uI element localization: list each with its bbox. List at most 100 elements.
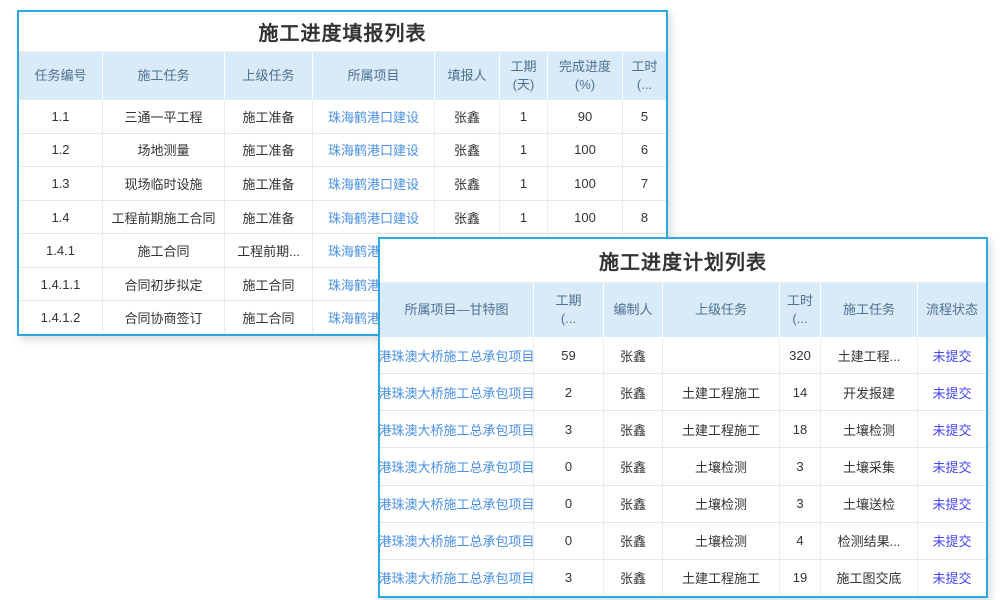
cell-task: 开发报建 bbox=[820, 374, 917, 410]
cell-work-hours: 6 bbox=[622, 134, 666, 167]
cell-task: 检测结果... bbox=[820, 523, 917, 559]
cell-task-number: 1.4.1 bbox=[19, 234, 102, 267]
cell-compiler: 张鑫 bbox=[603, 374, 662, 410]
plan-list-title: 施工进度计划列表 bbox=[380, 239, 986, 283]
cell-duration-days: 1 bbox=[499, 100, 547, 133]
cell-reporter: 张鑫 bbox=[434, 201, 499, 234]
cell-duration: 0 bbox=[533, 448, 603, 484]
column-header-work-hours: 工时 (... bbox=[622, 52, 666, 100]
column-header-compiler: 编制人 bbox=[603, 283, 662, 337]
cell-task: 施工图交底 bbox=[820, 560, 917, 596]
cell-task-number: 1.4 bbox=[19, 201, 102, 234]
cell-task-number: 1.1 bbox=[19, 100, 102, 133]
column-header-task-number: 任务编号 bbox=[19, 52, 102, 100]
cell-parent-task: 土建工程施工 bbox=[662, 411, 779, 447]
project-gantt-link[interactable]: 港珠澳大桥施工总承包项目 bbox=[380, 411, 533, 447]
cell-work-hours: 320 bbox=[779, 337, 820, 373]
cell-duration: 2 bbox=[533, 374, 603, 410]
table-row: 港珠澳大桥施工总承包项目 3 张鑫 土建工程施工 18 土壤检测 未提交 bbox=[380, 410, 986, 447]
cell-work-hours: 14 bbox=[779, 374, 820, 410]
cell-progress-pct: 100 bbox=[547, 201, 622, 234]
cell-reporter: 张鑫 bbox=[434, 134, 499, 167]
report-list-header-row: 任务编号 施工任务 上级任务 所属项目 填报人 工期 (天) 完成进度 (%) … bbox=[19, 52, 666, 100]
project-link[interactable]: 珠海鹤港口建设 bbox=[312, 167, 434, 200]
page-canvas: 施工进度填报列表 任务编号 施工任务 上级任务 所属项目 填报人 工期 (天) … bbox=[0, 0, 1000, 600]
cell-task-number: 1.2 bbox=[19, 134, 102, 167]
column-header-reporter: 填报人 bbox=[434, 52, 499, 100]
cell-reporter: 张鑫 bbox=[434, 100, 499, 133]
cell-parent-task bbox=[662, 337, 779, 373]
cell-task: 工程前期施工合同 bbox=[102, 201, 224, 234]
cell-task-number: 1.4.1.2 bbox=[19, 301, 102, 334]
status-link[interactable]: 未提交 bbox=[917, 411, 986, 447]
cell-duration-days: 1 bbox=[499, 134, 547, 167]
cell-work-hours: 7 bbox=[622, 167, 666, 200]
cell-duration-days: 1 bbox=[499, 201, 547, 234]
status-link[interactable]: 未提交 bbox=[917, 337, 986, 373]
cell-progress-pct: 100 bbox=[547, 167, 622, 200]
cell-task: 土建工程... bbox=[820, 337, 917, 373]
cell-task: 三通一平工程 bbox=[102, 100, 224, 133]
cell-duration: 59 bbox=[533, 337, 603, 373]
project-link[interactable]: 珠海鹤港口建设 bbox=[312, 134, 434, 167]
project-gantt-link[interactable]: 港珠澳大桥施工总承包项目 bbox=[380, 448, 533, 484]
cell-parent-task: 施工准备 bbox=[224, 201, 312, 234]
project-gantt-link[interactable]: 港珠澳大桥施工总承包项目 bbox=[380, 523, 533, 559]
plan-list-body: 港珠澳大桥施工总承包项目 59 张鑫 320 土建工程... 未提交 港珠澳大桥… bbox=[380, 337, 986, 596]
table-row: 港珠澳大桥施工总承包项目 59 张鑫 320 土建工程... 未提交 bbox=[380, 337, 986, 373]
status-link[interactable]: 未提交 bbox=[917, 486, 986, 522]
cell-task: 合同协商签订 bbox=[102, 301, 224, 334]
column-header-duration: 工期 (... bbox=[533, 283, 603, 337]
project-gantt-link[interactable]: 港珠澳大桥施工总承包项目 bbox=[380, 486, 533, 522]
project-link[interactable]: 珠海鹤港口建设 bbox=[312, 100, 434, 133]
report-list-title: 施工进度填报列表 bbox=[19, 12, 666, 52]
column-header-parent-task: 上级任务 bbox=[224, 52, 312, 100]
column-header-flow-status: 流程状态 bbox=[917, 283, 986, 337]
project-gantt-link[interactable]: 港珠澳大桥施工总承包项目 bbox=[380, 337, 533, 373]
project-gantt-link[interactable]: 港珠澳大桥施工总承包项目 bbox=[380, 560, 533, 596]
cell-progress-pct: 90 bbox=[547, 100, 622, 133]
cell-work-hours: 8 bbox=[622, 201, 666, 234]
cell-task: 土壤采集 bbox=[820, 448, 917, 484]
cell-duration: 3 bbox=[533, 560, 603, 596]
cell-parent-task: 土壤检测 bbox=[662, 448, 779, 484]
project-link[interactable]: 珠海鹤港口建设 bbox=[312, 201, 434, 234]
status-link[interactable]: 未提交 bbox=[917, 560, 986, 596]
cell-compiler: 张鑫 bbox=[603, 523, 662, 559]
column-header-project: 所属项目 bbox=[312, 52, 434, 100]
cell-duration: 0 bbox=[533, 486, 603, 522]
cell-work-hours: 19 bbox=[779, 560, 820, 596]
cell-parent-task: 土壤检测 bbox=[662, 523, 779, 559]
cell-duration: 3 bbox=[533, 411, 603, 447]
cell-task: 场地测量 bbox=[102, 134, 224, 167]
cell-compiler: 张鑫 bbox=[603, 411, 662, 447]
cell-task: 土壤送检 bbox=[820, 486, 917, 522]
cell-parent-task: 施工合同 bbox=[224, 301, 312, 334]
cell-duration: 0 bbox=[533, 523, 603, 559]
cell-parent-task: 土建工程施工 bbox=[662, 560, 779, 596]
status-link[interactable]: 未提交 bbox=[917, 448, 986, 484]
cell-work-hours: 4 bbox=[779, 523, 820, 559]
cell-parent-task: 土建工程施工 bbox=[662, 374, 779, 410]
plan-list-panel: 施工进度计划列表 所属项目—甘特图 工期 (... 编制人 上级任务 工时 (.… bbox=[378, 237, 988, 598]
cell-work-hours: 3 bbox=[779, 486, 820, 522]
cell-work-hours: 18 bbox=[779, 411, 820, 447]
cell-parent-task: 施工准备 bbox=[224, 134, 312, 167]
column-header-task: 施工任务 bbox=[820, 283, 917, 337]
cell-compiler: 张鑫 bbox=[603, 337, 662, 373]
column-header-task: 施工任务 bbox=[102, 52, 224, 100]
cell-work-hours: 3 bbox=[779, 448, 820, 484]
status-link[interactable]: 未提交 bbox=[917, 523, 986, 559]
cell-parent-task: 施工准备 bbox=[224, 100, 312, 133]
cell-work-hours: 5 bbox=[622, 100, 666, 133]
status-link[interactable]: 未提交 bbox=[917, 374, 986, 410]
cell-parent-task: 土壤检测 bbox=[662, 486, 779, 522]
column-header-progress-pct: 完成进度 (%) bbox=[547, 52, 622, 100]
column-header-project-gantt: 所属项目—甘特图 bbox=[380, 283, 533, 337]
cell-parent-task: 施工准备 bbox=[224, 167, 312, 200]
table-row: 1.1 三通一平工程 施工准备 珠海鹤港口建设 张鑫 1 90 5 bbox=[19, 100, 666, 133]
table-row: 港珠澳大桥施工总承包项目 3 张鑫 土建工程施工 19 施工图交底 未提交 bbox=[380, 559, 986, 596]
cell-compiler: 张鑫 bbox=[603, 486, 662, 522]
project-gantt-link[interactable]: 港珠澳大桥施工总承包项目 bbox=[380, 374, 533, 410]
cell-task: 施工合同 bbox=[102, 234, 224, 267]
